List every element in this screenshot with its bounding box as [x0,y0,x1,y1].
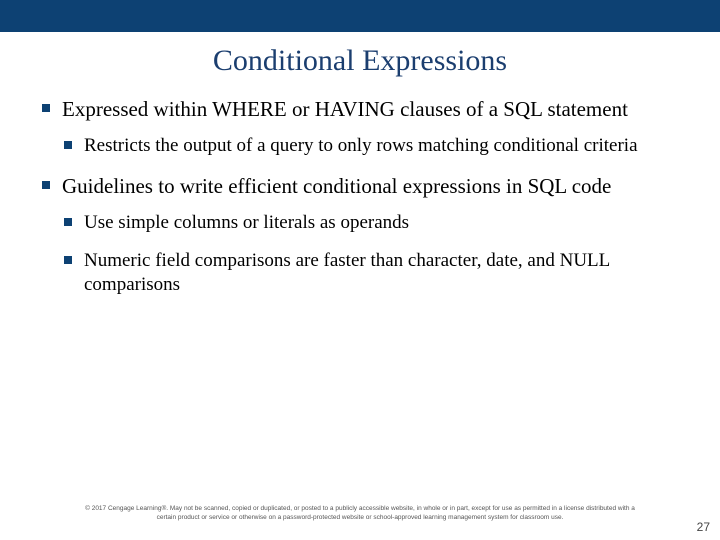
bullet-text: Guidelines to write efficient conditiona… [62,174,611,198]
bullet-lvl1: Expressed within WHERE or HAVING clauses… [40,96,680,159]
bullet-lvl1: Guidelines to write efficient conditiona… [40,173,680,298]
bullet-list-lvl2: Restricts the output of a query to only … [62,134,680,158]
slide-content: Expressed within WHERE or HAVING clauses… [0,96,720,298]
header-bar [0,0,720,32]
bullet-lvl2: Numeric field comparisons are faster tha… [62,249,680,298]
bullet-text: Use simple columns or literals as operan… [84,212,409,233]
slide-title: Conditional Expressions [0,44,720,78]
footer-line-2: certain product or service or otherwise … [157,514,564,521]
footer-line-1: © 2017 Cengage Learning®. May not be sca… [85,505,635,512]
bullet-text: Numeric field comparisons are faster tha… [84,250,610,295]
bullet-lvl2: Restricts the output of a query to only … [62,134,680,158]
bullet-lvl2: Use simple columns or literals as operan… [62,211,680,235]
page-number: 27 [697,520,710,534]
bullet-text: Expressed within WHERE or HAVING clauses… [62,97,628,121]
copyright-footer: © 2017 Cengage Learning®. May not be sca… [0,505,720,522]
bullet-list-lvl1: Expressed within WHERE or HAVING clauses… [40,96,680,298]
bullet-list-lvl2: Use simple columns or literals as operan… [62,211,680,298]
bullet-text: Restricts the output of a query to only … [84,135,638,156]
